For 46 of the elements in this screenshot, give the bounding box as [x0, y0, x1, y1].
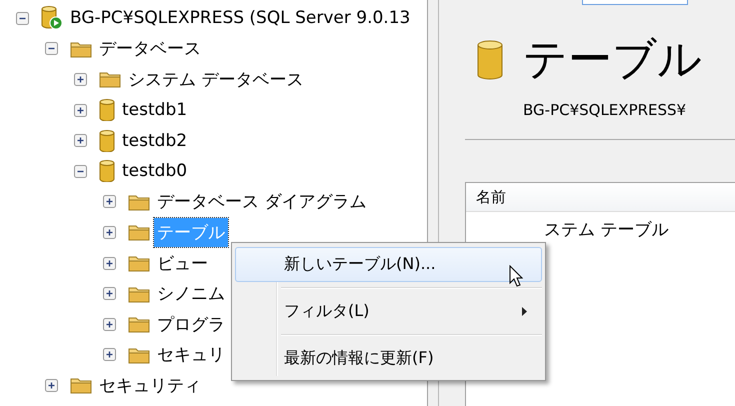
expand-toggle[interactable]: [103, 226, 116, 239]
object-path: BG-PC¥SQLEXPRESS¥: [523, 101, 688, 119]
expand-toggle[interactable]: [74, 72, 87, 86]
folder-icon: [128, 223, 150, 242]
folder-icon: [128, 315, 150, 334]
folder-icon: [99, 70, 121, 88]
database-icon: [99, 99, 115, 122]
tree-item[interactable]: BG-PC¥SQLEXPRESS (SQL Server 9.0.13: [67, 5, 414, 32]
server-icon: [41, 6, 63, 30]
folder-icon: [70, 40, 92, 58]
expand-toggle[interactable]: [103, 256, 116, 270]
collapse-toggle[interactable]: [16, 12, 29, 25]
folder-icon: [128, 254, 150, 272]
tab[interactable]: [582, 0, 688, 5]
database-icon: [99, 130, 115, 152]
expand-toggle[interactable]: [103, 195, 116, 208]
folder-icon: [128, 192, 150, 211]
tree-item[interactable]: シノニム: [154, 279, 228, 308]
list-item[interactable]: ステム テーブル: [466, 212, 735, 246]
tree-item[interactable]: システム データベース: [125, 64, 306, 94]
menu-item[interactable]: 最新の情報に更新(F): [235, 341, 542, 376]
tree-item[interactable]: セキュリ: [154, 340, 228, 370]
menu-item[interactable]: 新しいテーブル(N)...: [235, 247, 542, 282]
page-title: テーブル: [523, 33, 702, 87]
folder-icon: [128, 284, 150, 303]
tree-item[interactable]: testdb2: [119, 128, 190, 154]
tree-item[interactable]: ビュー: [154, 248, 211, 278]
tree-item[interactable]: testdb1: [119, 97, 190, 124]
expand-toggle[interactable]: [103, 318, 116, 331]
collapse-toggle[interactable]: [74, 164, 87, 178]
tree-item[interactable]: セキュリティ: [96, 370, 204, 400]
tree-item[interactable]: プログラ: [154, 310, 228, 339]
expand-toggle[interactable]: [103, 348, 116, 362]
expand-toggle[interactable]: [103, 287, 116, 300]
collapse-toggle[interactable]: [45, 42, 58, 56]
database-icon: [99, 160, 115, 182]
tree-item[interactable]: testdb0: [119, 158, 190, 184]
expand-toggle[interactable]: [74, 104, 87, 117]
folder-icon: [70, 376, 92, 394]
folder-icon: [128, 346, 150, 364]
tree-item[interactable]: データベース: [96, 34, 204, 64]
menu-item[interactable]: フィルタ(L): [235, 294, 542, 329]
expand-toggle[interactable]: [45, 378, 58, 392]
database-icon: [477, 40, 503, 80]
expand-toggle[interactable]: [74, 134, 87, 148]
tree-item[interactable]: データベース ダイアグラム: [154, 187, 370, 216]
